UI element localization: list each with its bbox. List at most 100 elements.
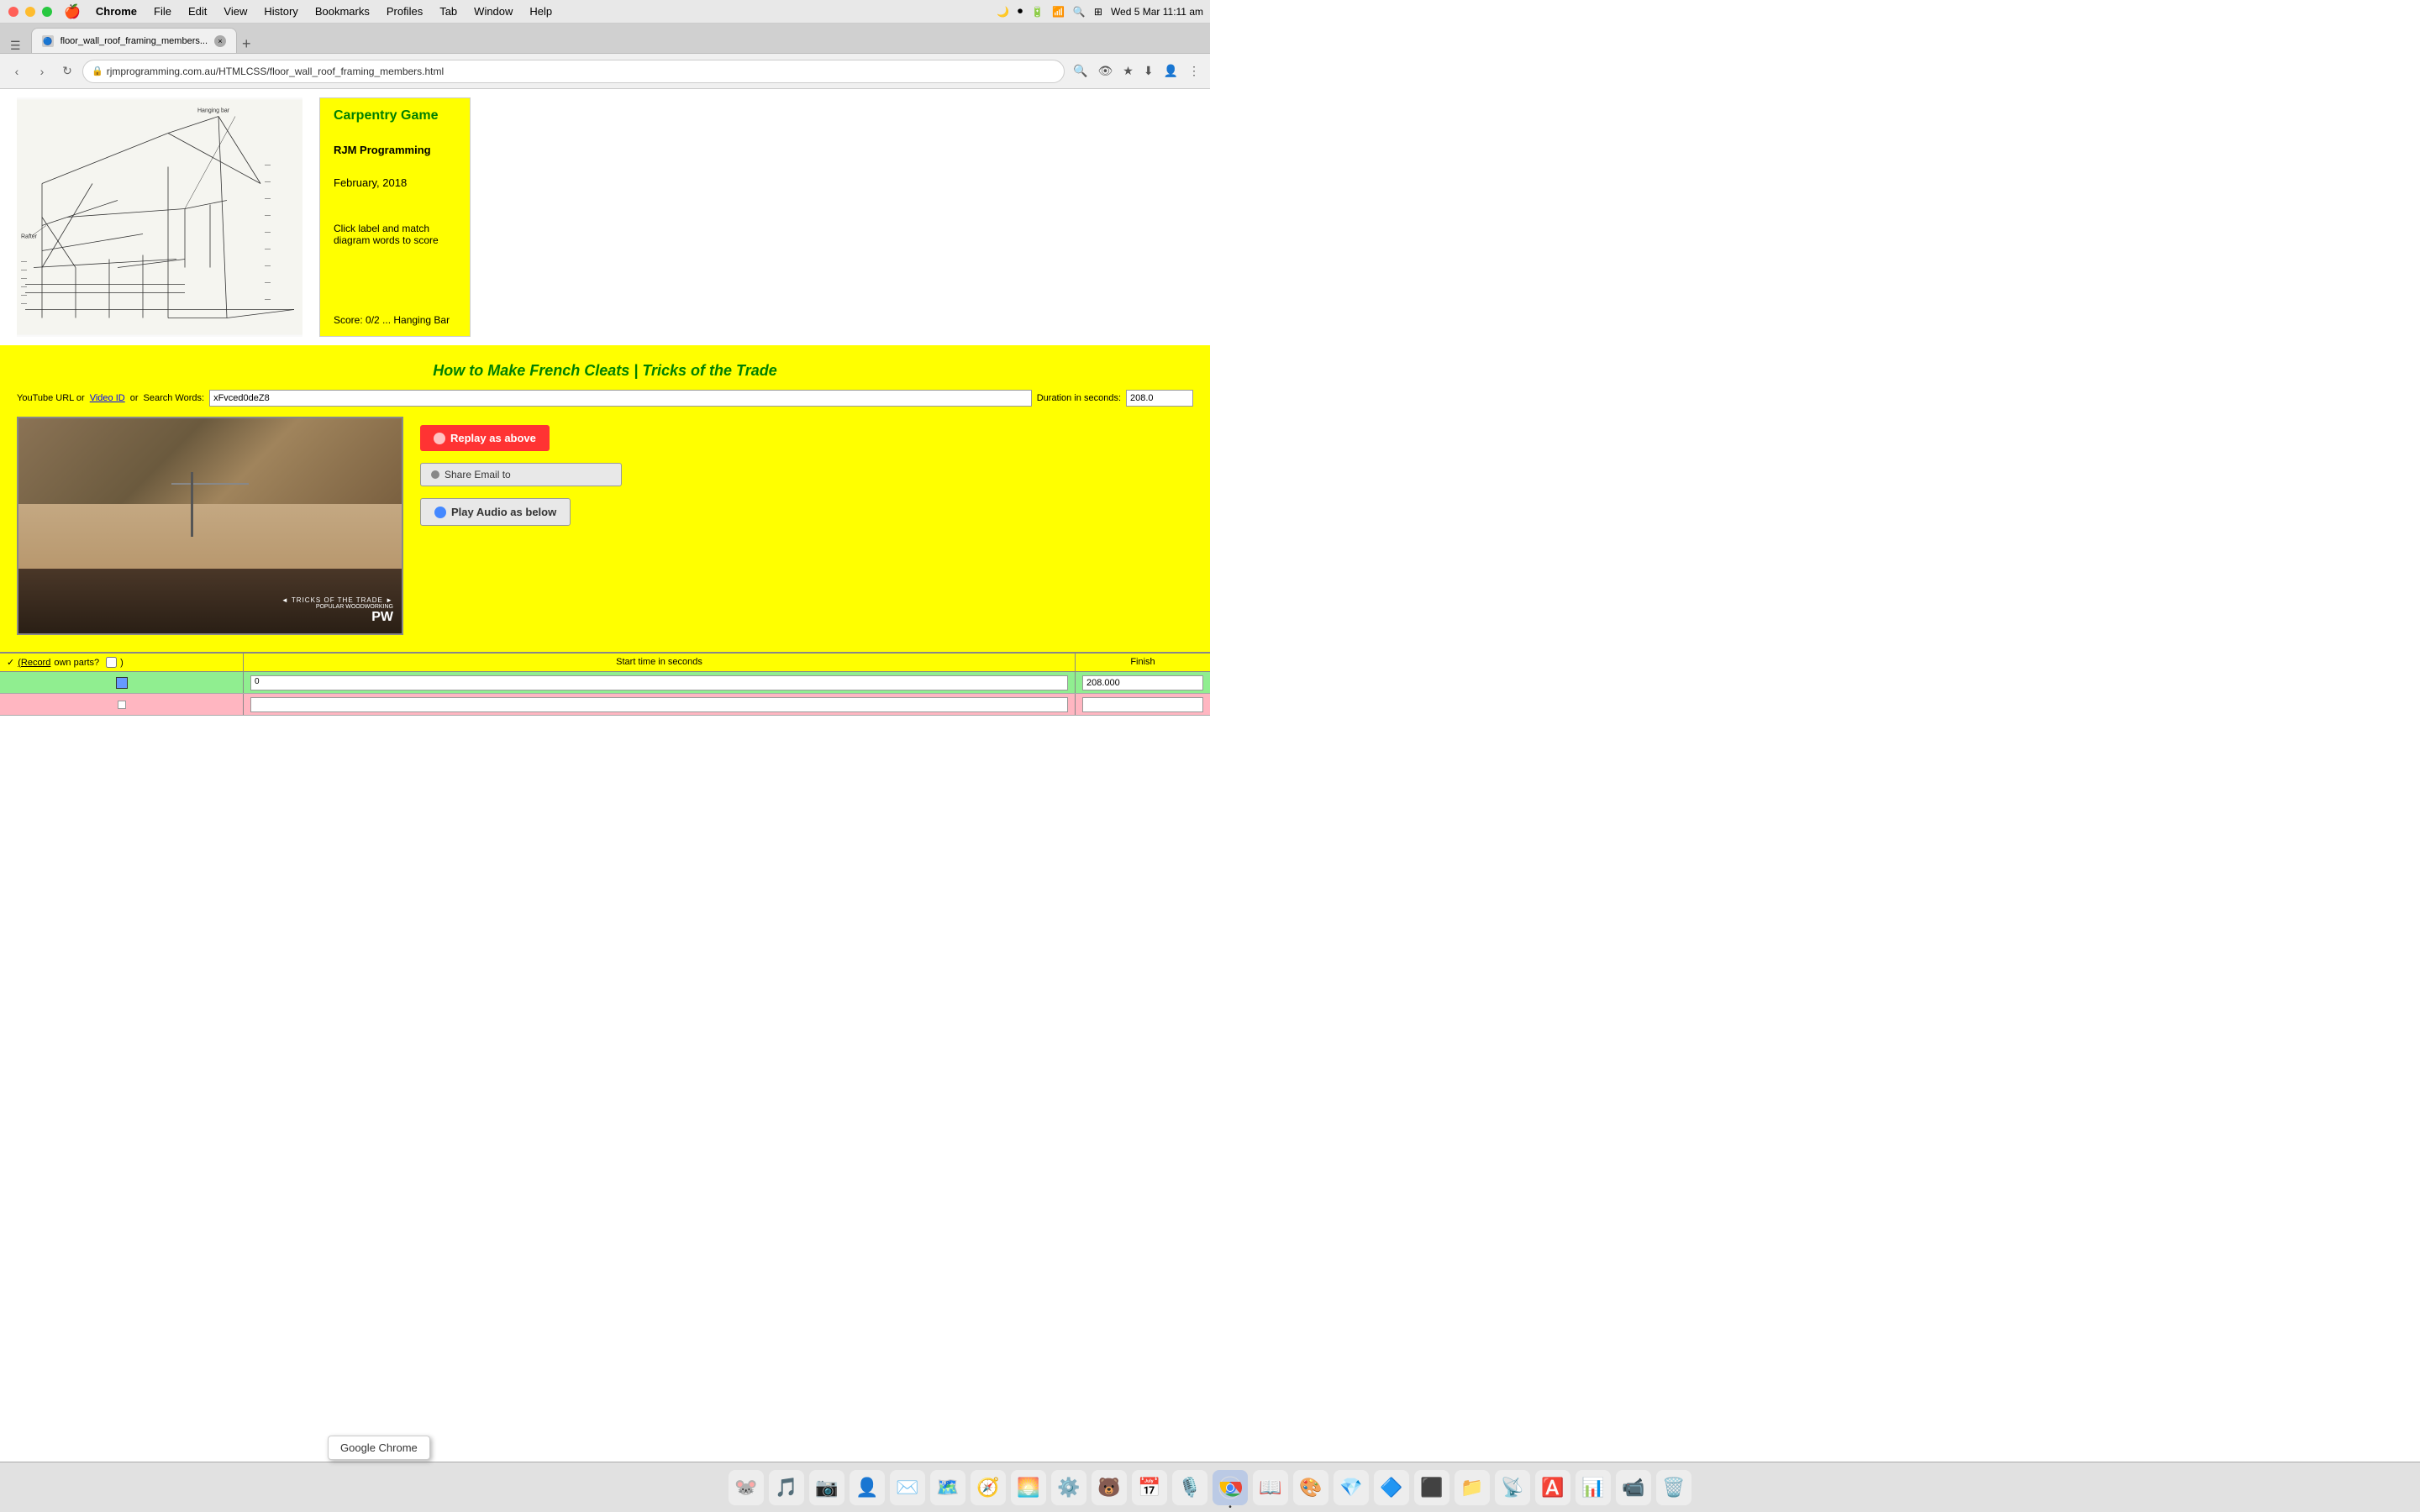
video-player[interactable]: ◄ TRICKS OF THE TRADE ► POPULAR WOODWORK… <box>17 417 403 635</box>
address-bar: ‹ › ↻ 🔒 rjmprogramming.com.au/HTMLCSS/fl… <box>0 54 1210 89</box>
moon-icon: 🌙 <box>997 6 1009 18</box>
table-row-1: 0 <box>0 672 1210 694</box>
edit-menu[interactable]: Edit <box>182 3 213 19</box>
forward-btn[interactable]: › <box>32 61 52 81</box>
bookmarks-menu[interactable]: Bookmarks <box>308 3 376 19</box>
zoom-btn[interactable]: 🔍 <box>1070 62 1091 80</box>
record-label[interactable]: (Record <box>18 658 50 668</box>
dock-facetime[interactable]: 📷 <box>809 1470 844 1505</box>
duration-input[interactable] <box>1126 390 1193 407</box>
eye-slash-icon[interactable]: 👁 <box>1094 62 1116 80</box>
search-icon[interactable]: 🔍 <box>1073 6 1086 18</box>
dock-chrome[interactable] <box>1213 1470 1248 1505</box>
tab-title: floor_wall_roof_framing_members... <box>60 36 208 46</box>
history-menu[interactable]: History <box>257 3 304 19</box>
dock-filemanager[interactable]: 📁 <box>1455 1470 1490 1505</box>
svg-text:—: — <box>21 276 27 282</box>
record-checkbox-header[interactable] <box>106 657 117 668</box>
dock-music[interactable]: 🎵 <box>769 1470 804 1505</box>
maximize-window-btn[interactable] <box>42 7 52 17</box>
bookmark-btn[interactable]: ★ <box>1119 62 1137 80</box>
dock-bookmarks[interactable]: 📖 <box>1253 1470 1288 1505</box>
back-btn[interactable]: ‹ <box>7 61 27 81</box>
sidebar-toggle-icon[interactable]: ☰ <box>10 39 21 53</box>
col-start-header: Start time in seconds <box>244 654 1076 671</box>
url-search-input[interactable] <box>209 390 1032 407</box>
cell-finish-1 <box>1076 672 1210 693</box>
dock-sketch[interactable]: 💎 <box>1334 1470 1369 1505</box>
profile-btn[interactable]: 👤 <box>1160 62 1181 80</box>
lock-icon: 🔒 <box>92 66 103 76</box>
cell-record-1 <box>0 672 244 693</box>
finish-input-2[interactable] <box>1082 697 1203 712</box>
help-menu[interactable]: Help <box>523 3 559 19</box>
url-bar[interactable]: 🔒 rjmprogramming.com.au/HTMLCSS/floor_wa… <box>82 60 1065 83</box>
play-icon: ⏺ <box>1018 5 1023 18</box>
company-name: RJM Programming <box>334 144 456 156</box>
start-value-1: 0 <box>255 677 260 686</box>
play-audio-label: Play Audio as below <box>451 506 556 518</box>
minimize-window-btn[interactable] <box>25 7 35 17</box>
url-text: rjmprogramming.com.au/HTMLCSS/floor_wall… <box>107 66 444 77</box>
google-chrome-tooltip: Google Chrome <box>328 1436 430 1460</box>
video-controls-panel: Replay as above Share Email to Play Audi… <box>420 417 1193 635</box>
dock-sublime[interactable]: 🔷 <box>1374 1470 1409 1505</box>
dock-zoom[interactable]: 📹 <box>1616 1470 1651 1505</box>
dock-settings[interactable]: ⚙️ <box>1051 1470 1086 1505</box>
dock-bear[interactable]: 🐻 <box>1092 1470 1127 1505</box>
profiles-menu[interactable]: Profiles <box>380 3 429 19</box>
dock-photos[interactable]: 🌅 <box>1011 1470 1046 1505</box>
dock-colorpicker[interactable]: 🎨 <box>1293 1470 1328 1505</box>
watermark-pw: PW <box>281 610 393 625</box>
dock-finder[interactable]: 🐭 <box>729 1470 764 1505</box>
tab-close-btn[interactable]: × <box>214 35 226 47</box>
close-paren: ) <box>120 658 124 668</box>
col-finish-header: Finish <box>1076 654 1210 671</box>
download-btn[interactable]: ⬇ <box>1140 62 1157 80</box>
active-tab[interactable]: 🔵 floor_wall_roof_framing_members... × <box>31 28 237 53</box>
dock-terminal[interactable]: ⬛ <box>1414 1470 1449 1505</box>
new-tab-btn[interactable]: + <box>242 35 251 53</box>
share-email-button[interactable]: Share Email to <box>420 463 622 486</box>
url-row: YouTube URL or Video ID or Search Words:… <box>17 390 1193 407</box>
dock-maps[interactable]: 🗺️ <box>930 1470 965 1505</box>
search-words-label: Search Words: <box>144 393 205 403</box>
bottom-table: ✓ (Record own parts? ) Start time in sec… <box>0 652 1210 716</box>
dock-appstore[interactable]: 🅰️ <box>1535 1470 1570 1505</box>
app-name-menu[interactable]: Chrome <box>89 3 144 19</box>
tab-menu[interactable]: Tab <box>433 3 464 19</box>
svg-text:—: — <box>265 297 271 303</box>
dock-calendar[interactable]: 📅 <box>1132 1470 1167 1505</box>
dock-numbers[interactable]: 📊 <box>1576 1470 1611 1505</box>
video-id-link[interactable]: Video ID <box>90 393 125 403</box>
dock-mail[interactable]: ✉️ <box>890 1470 925 1505</box>
replay-label: Replay as above <box>450 432 536 444</box>
svg-text:—: — <box>265 213 271 219</box>
dock-podcast[interactable]: 🎙️ <box>1172 1470 1207 1505</box>
row2-checkbox[interactable] <box>118 701 126 709</box>
window-menu[interactable]: Window <box>467 3 519 19</box>
apple-menu[interactable]: 🍎 <box>64 3 81 20</box>
dock-filezilla[interactable]: 📡 <box>1495 1470 1530 1505</box>
refresh-btn[interactable]: ↻ <box>57 61 77 81</box>
dock-trash[interactable]: 🗑️ <box>1656 1470 1691 1505</box>
more-btn[interactable]: ⋮ <box>1185 62 1203 80</box>
row1-checkbox[interactable] <box>116 677 128 689</box>
toolbar-right: 🔍 👁 ★ ⬇ 👤 ⋮ <box>1070 62 1203 80</box>
audio-icon <box>434 507 446 518</box>
file-menu[interactable]: File <box>147 3 178 19</box>
table-row-2 <box>0 694 1210 716</box>
share-email-label: Share Email to <box>445 469 511 480</box>
replay-button[interactable]: Replay as above <box>420 425 550 451</box>
controlcenter-icon[interactable]: ⊞ <box>1094 6 1102 18</box>
svg-text:—: — <box>21 302 27 307</box>
tab-favicon: 🔵 <box>42 35 54 47</box>
close-window-btn[interactable] <box>8 7 18 17</box>
svg-text:—: — <box>21 285 27 291</box>
play-audio-button[interactable]: Play Audio as below <box>420 498 571 526</box>
game-date: February, 2018 <box>334 176 456 189</box>
finish-input-1[interactable] <box>1082 675 1203 690</box>
dock-contacts[interactable]: 👤 <box>850 1470 885 1505</box>
dock-safari[interactable]: 🧭 <box>971 1470 1006 1505</box>
view-menu[interactable]: View <box>217 3 254 19</box>
